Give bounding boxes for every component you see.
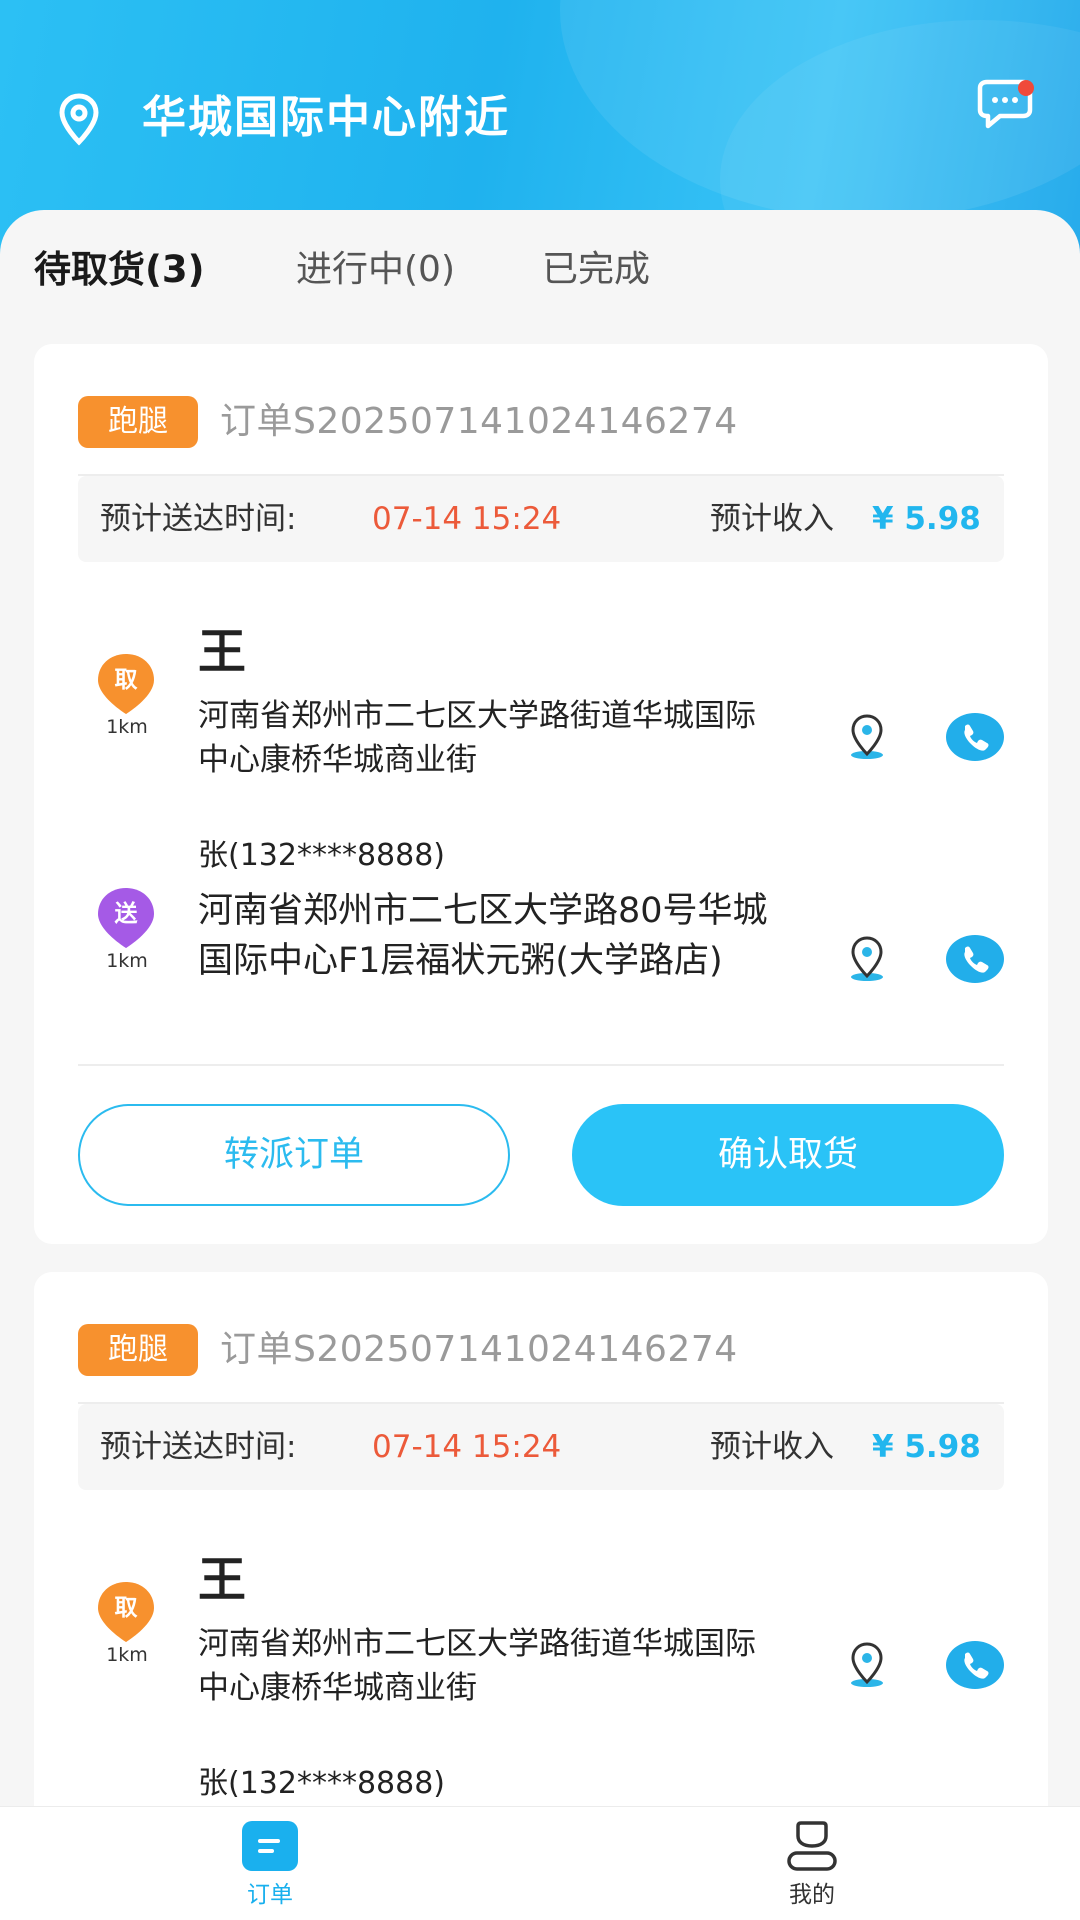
income-value: ¥ 5.98 <box>872 1429 981 1465</box>
tab-completed[interactable]: 已完成 <box>542 240 650 300</box>
nav-profile-label: 我的 <box>789 1882 835 1908</box>
order-card[interactable]: 跑腿 订单S2025071410241462​74 预计送达时间: 07-14 … <box>34 344 1048 1244</box>
phone-call-icon[interactable] <box>946 1640 1004 1690</box>
eta-income-bar: 预计送达时间: 07-14 15:24 预计收入 ¥ 5.98 <box>78 476 1004 562</box>
location-pin-icon[interactable] <box>52 92 106 146</box>
delivery-distance: 1km <box>106 950 148 972</box>
phone-call-icon[interactable] <box>946 934 1004 984</box>
transfer-order-button[interactable]: 转派订单 <box>78 1104 510 1206</box>
bottom-navigation: 订单 我的 <box>0 1806 1080 1920</box>
income-label: 预计收入 <box>710 501 834 537</box>
order-card[interactable]: 跑腿 订单S2025071410241462​74 预计送达时间: 07-14 … <box>34 1272 1048 1832</box>
order-list-icon <box>242 1821 298 1871</box>
pickup-name: 王 <box>198 624 247 680</box>
income-value: ¥ 5.98 <box>872 501 981 537</box>
pickup-distance: 1km <box>106 1644 148 1666</box>
eta-label: 预计送达时间: <box>100 501 297 537</box>
delivery-contact: 张(132****8888) <box>198 1766 446 1801</box>
eta-income-bar: 预计送达时间: 07-14 15:24 预计收入 ¥ 5.98 <box>78 1404 1004 1490</box>
order-status-tabs: 待取货(3) 进行中(0) 已完成 <box>0 240 1080 300</box>
eta-time: 07-14 15:24 <box>372 501 562 537</box>
location-title[interactable]: 华城国际中心附近 <box>142 86 510 150</box>
pickup-name: 王 <box>198 1552 247 1608</box>
pickup-distance: 1km <box>106 716 148 738</box>
nav-profile[interactable]: 我的 <box>712 1807 912 1920</box>
pickup-tag: 取 <box>114 1595 138 1621</box>
pickup-pin-icon: 取 <box>96 1580 156 1644</box>
tab-pending-pickup[interactable]: 待取货(3) <box>34 240 205 300</box>
divider <box>78 1064 1004 1066</box>
eta-time: 07-14 15:24 <box>372 1429 562 1465</box>
pickup-tag: 取 <box>114 667 138 693</box>
order-type-badge: 跑腿 <box>78 1324 198 1376</box>
order-number: 订单S2025071410241462​74 <box>220 401 738 442</box>
confirm-pickup-button[interactable]: 确认取货 <box>572 1104 1004 1206</box>
order-number: 订单S2025071410241462​74 <box>220 1329 738 1370</box>
delivery-address: 河南省郑州市二七区大学路80号华城国际中心F1层福状元粥(大学路店) <box>198 891 768 981</box>
profile-icon <box>787 1821 837 1871</box>
order-type-badge: 跑腿 <box>78 396 198 448</box>
nav-orders-label: 订单 <box>247 1882 293 1908</box>
phone-call-icon[interactable] <box>946 712 1004 762</box>
delivery-pin-icon: 送 <box>96 886 156 950</box>
pickup-pin-icon: 取 <box>96 652 156 716</box>
unread-dot <box>1018 80 1034 96</box>
eta-label: 预计送达时间: <box>100 1429 297 1465</box>
navigation-pin-icon[interactable] <box>842 1640 892 1690</box>
delivery-contact: 张(132****8888) <box>198 838 446 873</box>
delivery-tag: 送 <box>114 901 138 927</box>
navigation-pin-icon[interactable] <box>842 712 892 762</box>
tab-in-progress[interactable]: 进行中(0) <box>296 240 455 300</box>
navigation-pin-icon[interactable] <box>842 934 892 984</box>
income-label: 预计收入 <box>710 1429 834 1465</box>
pickup-address: 河南省郑州市二七区大学路街道华城国际中心康桥华城商业街 <box>198 1626 756 1706</box>
nav-orders[interactable]: 订单 <box>170 1807 370 1920</box>
pickup-address: 河南省郑州市二七区大学路街道华城国际中心康桥华城商业街 <box>198 698 756 778</box>
chat-message-icon[interactable] <box>972 78 1038 134</box>
